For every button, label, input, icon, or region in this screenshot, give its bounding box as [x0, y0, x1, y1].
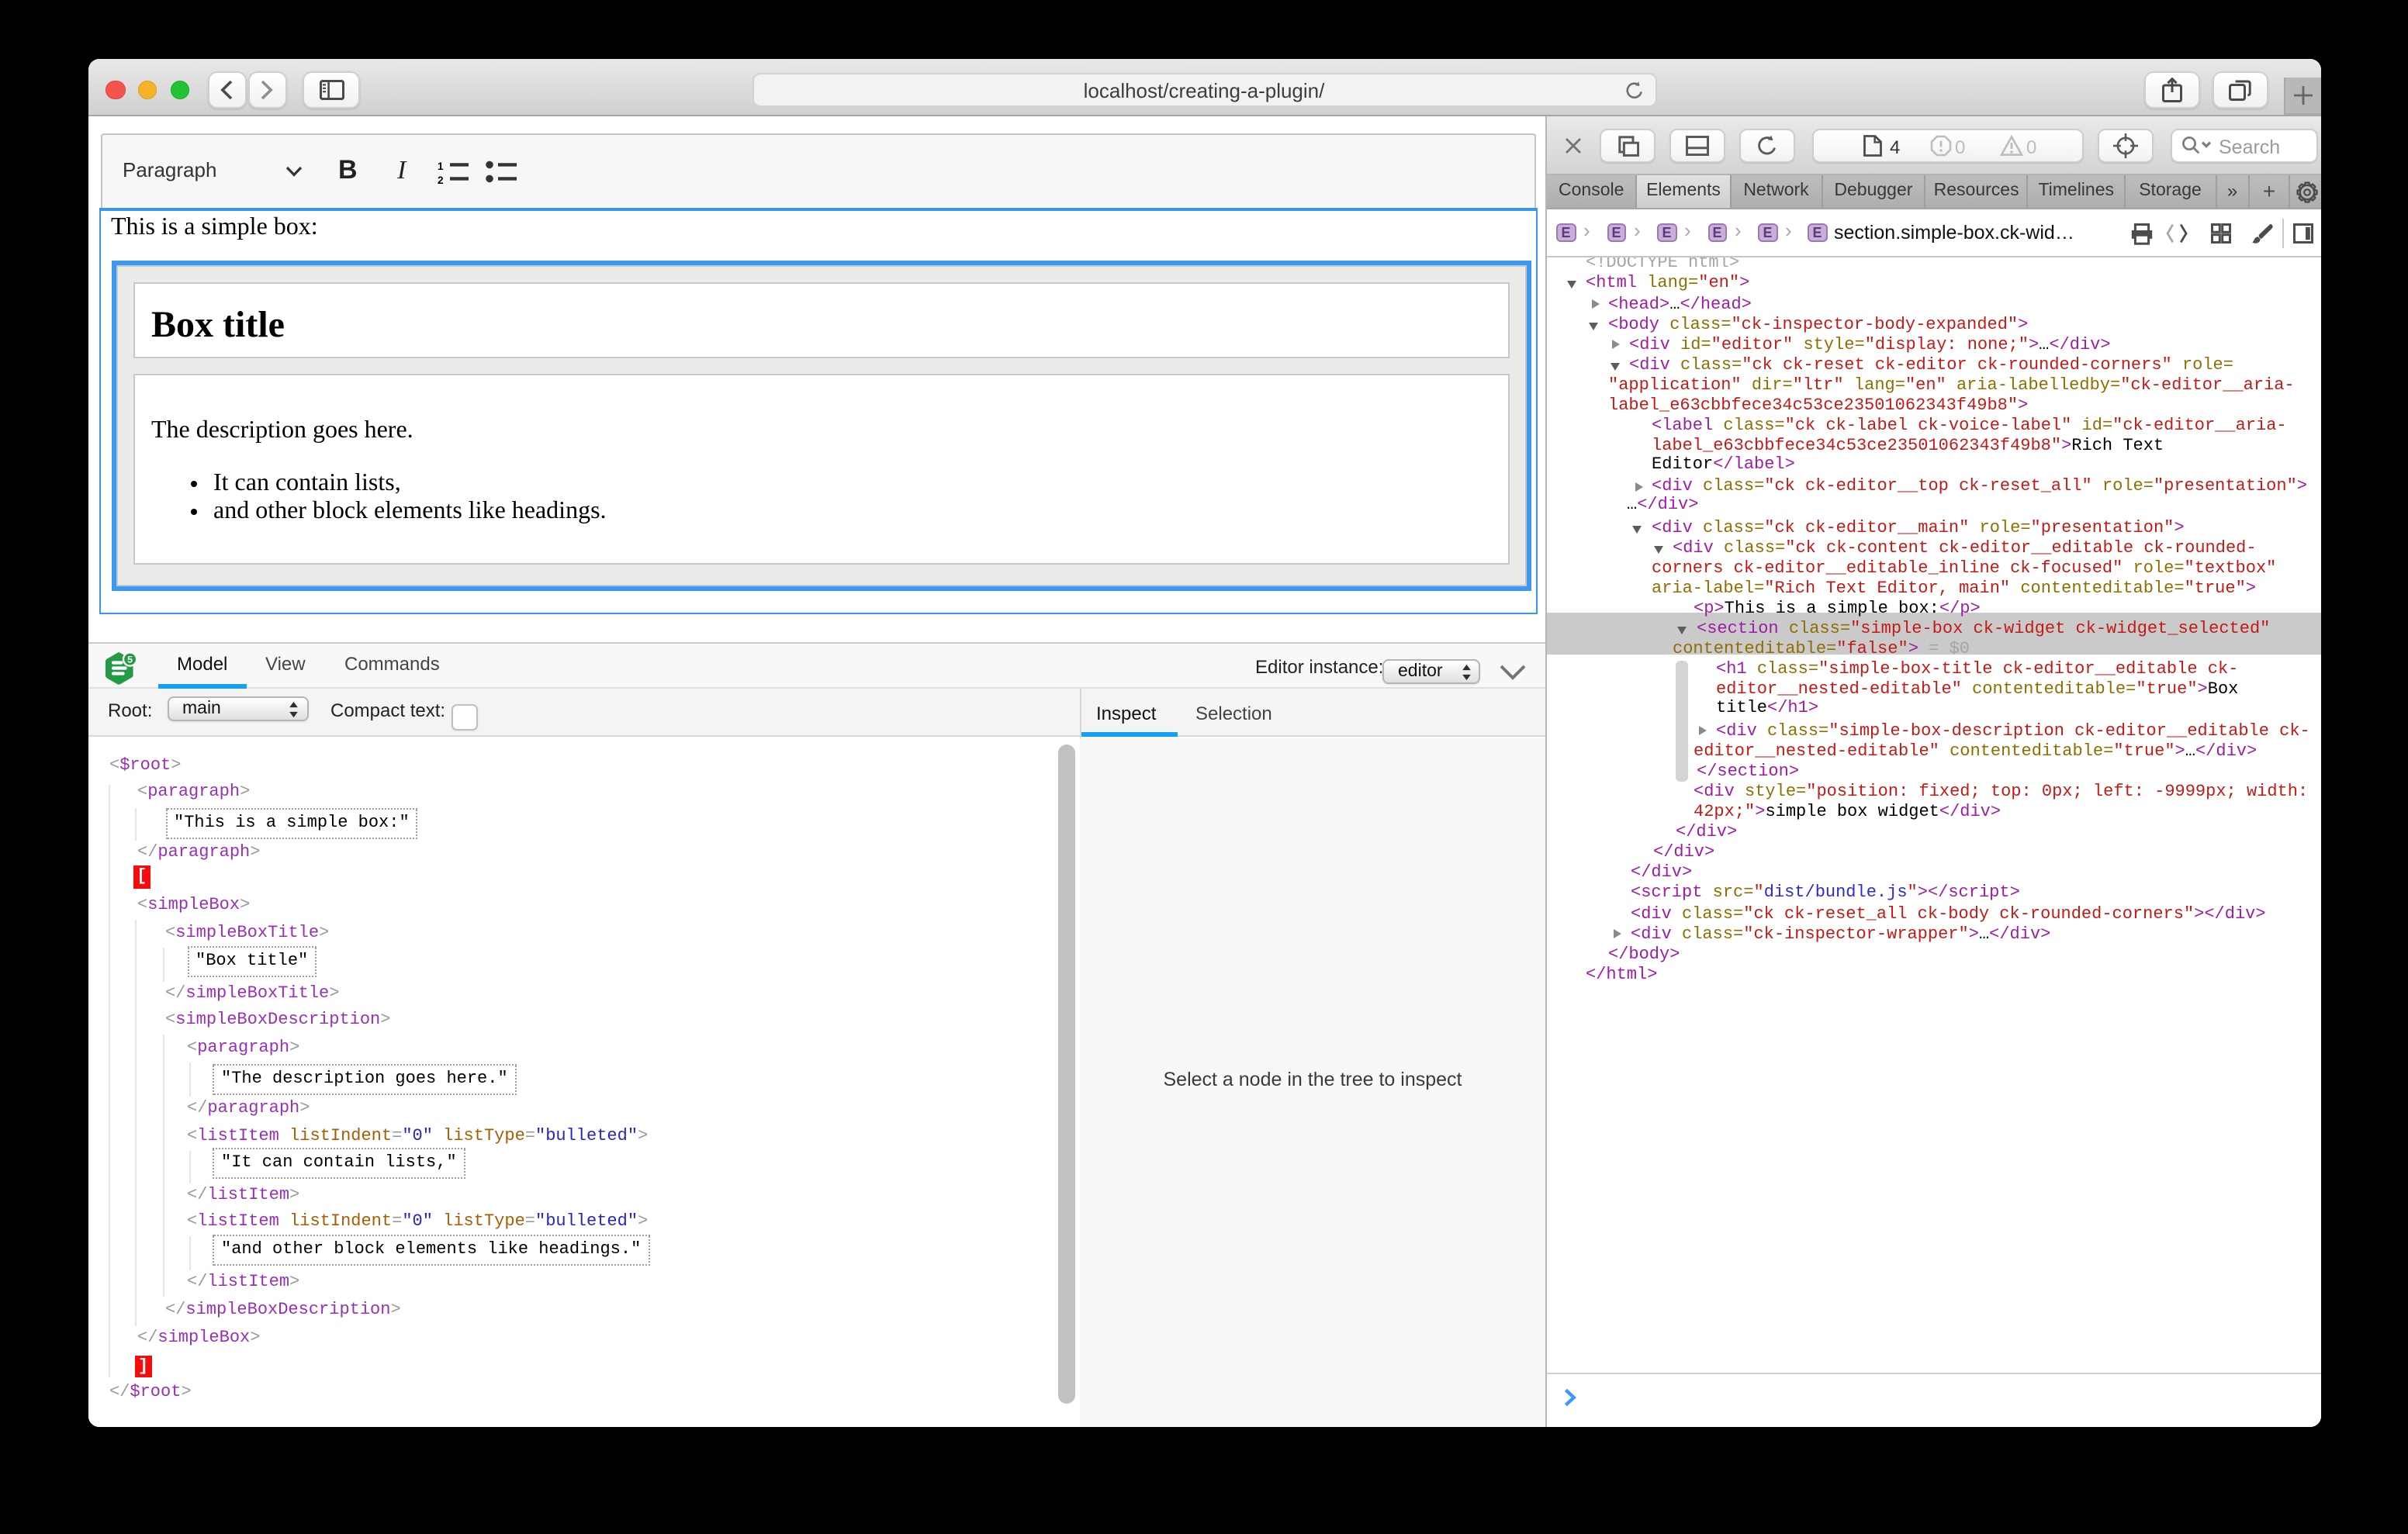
- svg-text:1: 1: [438, 161, 444, 172]
- svg-text:2: 2: [438, 174, 444, 185]
- svg-text:5: 5: [127, 654, 133, 665]
